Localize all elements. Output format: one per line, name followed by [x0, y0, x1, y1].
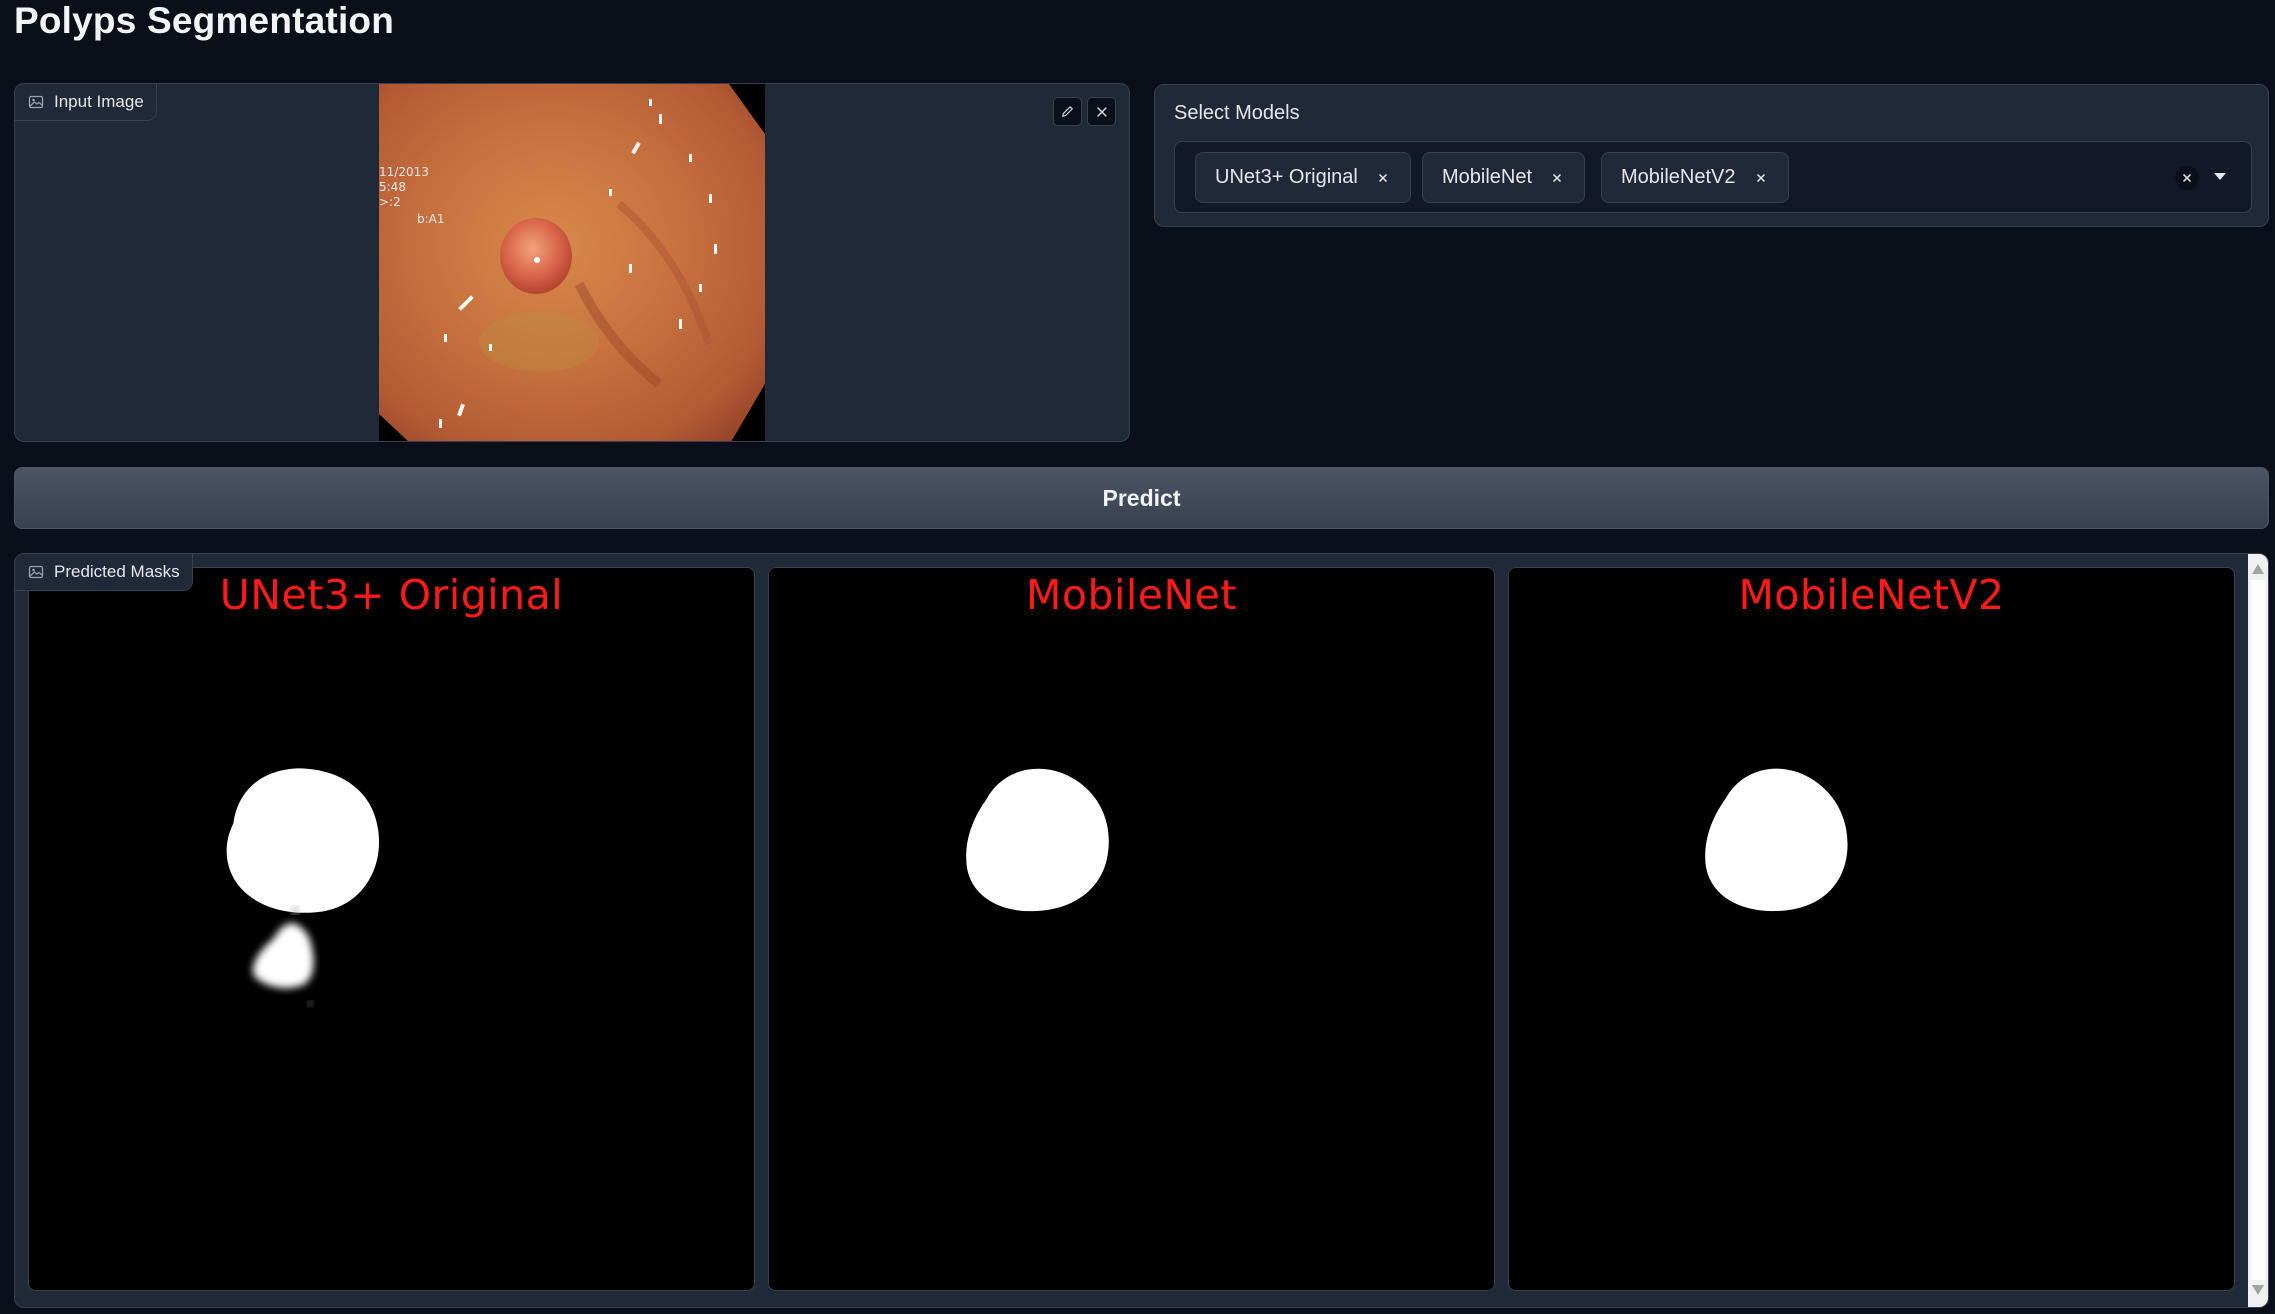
model-tag-label: MobileNet — [1442, 166, 1533, 188]
image-overlay-line: 5:48 — [379, 180, 406, 194]
page-title: Polyps Segmentation — [14, 0, 395, 41]
close-icon — [1756, 173, 1765, 182]
image-overlay-line: 11/2013 — [379, 165, 429, 179]
scroll-up-icon[interactable] — [2252, 564, 2264, 574]
remove-model-button[interactable] — [1546, 167, 1568, 189]
close-icon — [1552, 173, 1562, 182]
close-icon — [1096, 106, 1107, 117]
input-image-panel[interactable]: Input Image 11/2013 5:48 >:2 b:A1 — [14, 83, 1130, 442]
model-tag-label: UNet3+ Original — [1215, 166, 1358, 188]
predicted-masks-panel: Predicted Masks UNet3+ Original MobileNe… — [14, 553, 2269, 1308]
clear-models-button[interactable] — [2175, 166, 2199, 190]
mask-tile-unet3-original[interactable]: UNet3+ Original — [28, 567, 755, 1291]
predicted-masks-label-text: Predicted Masks — [54, 562, 180, 581]
clear-image-button[interactable] — [1087, 97, 1116, 126]
app-page: Polyps Segmentation Input Image 11/2013 … — [0, 0, 2275, 1314]
mask-image — [29, 568, 754, 1290]
scroll-down-icon[interactable] — [2252, 1285, 2264, 1295]
mask-image — [1509, 568, 2234, 1290]
select-models-panel: Select Models UNet3+ Original MobileNet — [1154, 84, 2269, 227]
model-tag-mobilenet: MobileNet — [1422, 152, 1586, 203]
edit-image-button[interactable] — [1053, 97, 1082, 126]
gallery-scrollbar[interactable] — [2248, 554, 2268, 1307]
models-multiselect[interactable]: UNet3+ Original MobileNet MobileNetV2 — [1174, 141, 2252, 213]
mask-caption: MobileNetV2 — [1738, 571, 2005, 619]
mask-caption: MobileNet — [1026, 571, 1237, 619]
image-overlay-line: >:2 — [379, 195, 401, 209]
predicted-masks-label: Predicted Masks — [15, 554, 193, 591]
remove-model-button[interactable] — [1372, 167, 1394, 189]
model-tag-label: MobileNetV2 — [1621, 166, 1736, 188]
input-image-label-text: Input Image — [54, 92, 144, 111]
mask-tile-mobilenetv2[interactable]: MobileNetV2 — [1508, 567, 2235, 1291]
select-models-label: Select Models — [1174, 102, 1300, 124]
endoscopy-image: 11/2013 5:48 >:2 b:A1 — [379, 84, 765, 441]
close-icon — [1378, 173, 1387, 182]
input-image-label: Input Image — [15, 84, 157, 121]
close-icon — [2182, 173, 2192, 183]
pencil-icon — [1062, 105, 1074, 117]
image-icon — [28, 94, 44, 110]
mask-image — [769, 568, 1494, 1290]
caret-down-icon[interactable] — [2214, 173, 2226, 180]
scroll-thumb[interactable] — [2251, 580, 2265, 1280]
model-tag-unet3-original: UNet3+ Original — [1195, 152, 1411, 203]
remove-model-button[interactable] — [1750, 167, 1772, 189]
predict-button[interactable]: Predict — [14, 467, 2269, 529]
mask-tile-mobilenet[interactable]: MobileNet — [768, 567, 1495, 1291]
model-tag-mobilenetv2: MobileNetV2 — [1601, 152, 1789, 203]
image-icon — [28, 564, 44, 580]
image-overlay-line: b:A1 — [417, 212, 445, 226]
